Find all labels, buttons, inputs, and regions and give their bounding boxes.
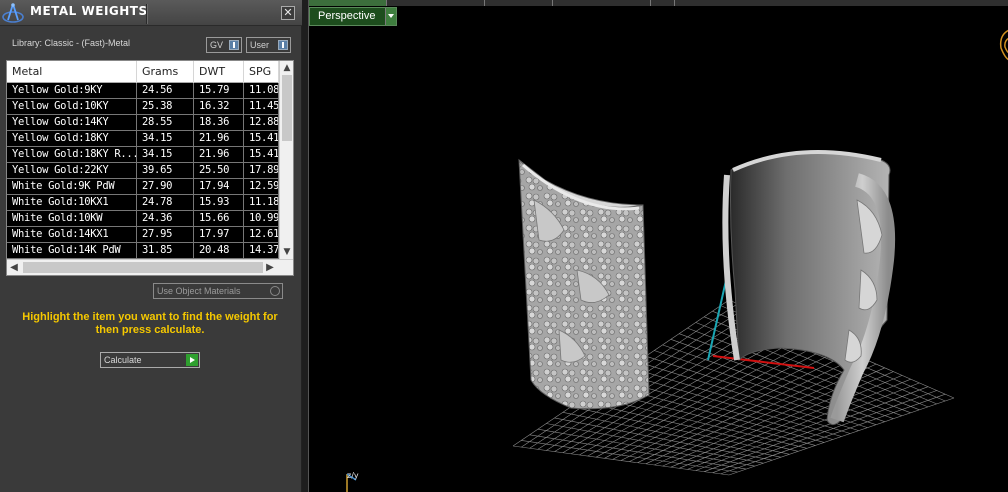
y-axis-line — [707, 275, 728, 361]
cell-spg: 11.08 — [244, 83, 279, 98]
user-label: User — [250, 40, 270, 50]
panel-titlebar[interactable]: METAL WEIGHTS ✕ — [0, 0, 302, 26]
column-header-metal[interactable]: Metal — [7, 61, 137, 83]
cell-dwt: 25.50 — [194, 163, 244, 178]
cell-dwt: 20.48 — [194, 243, 244, 258]
axis-gizmo: z/y — [346, 471, 359, 492]
column-header-grams[interactable]: Grams — [137, 61, 194, 83]
partial-model-edge — [999, 29, 1008, 61]
metal-weights-panel: METAL WEIGHTS ✕ Library: Classic - (Fast… — [0, 0, 302, 492]
table-row[interactable]: White Gold:9K PdW 27.90 17.94 12.59 — [7, 179, 279, 195]
cell-grams: 24.56 — [137, 83, 194, 98]
cell-grams: 31.85 — [137, 243, 194, 258]
cell-spg: 11.18 — [244, 195, 279, 210]
cell-metal: White Gold:10KW — [7, 211, 137, 226]
close-button[interactable]: ✕ — [281, 6, 295, 20]
cell-dwt: 17.94 — [194, 179, 244, 194]
user-toggle[interactable]: User — [246, 37, 291, 53]
instruction-text: Highlight the item you want to find the … — [22, 311, 278, 336]
table-row[interactable]: Yellow Gold:9KY 24.56 15.79 11.08 — [7, 83, 279, 99]
table-row[interactable]: Yellow Gold:10KY 25.38 16.32 11.45 — [7, 99, 279, 115]
cell-dwt: 21.96 — [194, 131, 244, 146]
info-indicator-icon — [229, 40, 239, 50]
cell-metal: White Gold:9K PdW — [7, 179, 137, 194]
cell-spg: 14.37 — [244, 243, 279, 258]
cell-grams: 24.36 — [137, 211, 194, 226]
scroll-right-icon[interactable]: ▶ — [263, 260, 277, 276]
cell-metal: Yellow Gold:18KY R... — [7, 147, 137, 162]
panel-title: METAL WEIGHTS — [30, 4, 148, 18]
radio-icon — [270, 286, 280, 296]
cell-dwt: 16.32 — [194, 99, 244, 114]
horizontal-scrollbar[interactable]: ◀ ▶ — [7, 259, 293, 275]
gv-label: GV — [210, 40, 224, 50]
scroll-left-icon[interactable]: ◀ — [7, 260, 21, 276]
cell-grams: 27.90 — [137, 179, 194, 194]
cell-grams: 24.78 — [137, 195, 194, 210]
table-row[interactable]: Yellow Gold:18KY 34.15 21.96 15.41 — [7, 131, 279, 147]
table-row[interactable]: Yellow Gold:22KY 39.65 25.50 17.89 — [7, 163, 279, 179]
cell-metal: White Gold:14KX1 — [7, 227, 137, 242]
cell-grams: 34.15 — [137, 131, 194, 146]
calculate-button[interactable]: Calculate — [100, 352, 200, 368]
cell-metal: Yellow Gold:14KY — [7, 115, 137, 130]
cell-spg: 17.89 — [244, 163, 279, 178]
scene-canvas: z/y — [346, 29, 1008, 492]
cell-dwt: 21.96 — [194, 147, 244, 162]
cell-metal: White Gold:14K PdW — [7, 243, 137, 258]
library-label: Library: Classic - (Fast)-Metal — [12, 38, 131, 48]
cell-metal: Yellow Gold:22KY — [7, 163, 137, 178]
table-row[interactable]: Yellow Gold:14KY 28.55 18.36 12.88 — [7, 115, 279, 131]
use-object-materials-label: Use Object Materials — [157, 286, 241, 296]
cell-dwt: 15.66 — [194, 211, 244, 226]
scrollbar-thumb[interactable] — [23, 262, 263, 273]
table-row[interactable]: Yellow Gold:18KY R... 34.15 21.96 15.41 — [7, 147, 279, 163]
cell-spg: 12.61 — [244, 227, 279, 242]
compass-logo-icon — [2, 3, 24, 23]
column-header-dwt[interactable]: DWT — [194, 61, 244, 83]
left-ring-half-model — [518, 158, 650, 410]
play-arrow-icon — [186, 354, 198, 366]
cell-spg: 12.88 — [244, 115, 279, 130]
calculate-label: Calculate — [104, 355, 142, 365]
table-row[interactable]: White Gold:10KX1 24.78 15.93 11.18 — [7, 195, 279, 211]
cell-spg: 15.41 — [244, 131, 279, 146]
table-row[interactable]: White Gold:10KW 24.36 15.66 10.99 — [7, 211, 279, 227]
close-icon: ✕ — [283, 6, 293, 19]
vertical-scrollbar[interactable]: ▲ ▼ — [279, 61, 293, 259]
column-header-spg[interactable]: SPG — [244, 61, 279, 83]
cell-spg: 12.59 — [244, 179, 279, 194]
cell-grams: 27.95 — [137, 227, 194, 242]
cell-spg: 15.41 — [244, 147, 279, 162]
table-body: Yellow Gold:9KY 24.56 15.79 11.08 Yellow… — [7, 83, 279, 259]
cell-dwt: 18.36 — [194, 115, 244, 130]
gv-toggle[interactable]: GV — [206, 37, 242, 53]
cell-spg: 10.99 — [244, 211, 279, 226]
cell-dwt: 15.79 — [194, 83, 244, 98]
table-row[interactable]: White Gold:14K PdW 31.85 20.48 14.37 — [7, 243, 279, 259]
use-object-materials-toggle[interactable]: Use Object Materials — [153, 283, 283, 299]
cell-grams: 25.38 — [137, 99, 194, 114]
title-separator — [146, 4, 148, 24]
scroll-down-icon[interactable]: ▼ — [280, 245, 294, 259]
cell-grams: 28.55 — [137, 115, 194, 130]
table-row[interactable]: White Gold:14KX1 27.95 17.97 12.61 — [7, 227, 279, 243]
scrollbar-thumb[interactable] — [282, 75, 292, 141]
3d-viewport[interactable]: Perspective z/y — [308, 0, 1008, 492]
table-header: Metal Grams DWT SPG — [7, 61, 279, 83]
cell-grams: 39.65 — [137, 163, 194, 178]
cell-metal: Yellow Gold:9KY — [7, 83, 137, 98]
cell-metal: Yellow Gold:10KY — [7, 99, 137, 114]
scroll-up-icon[interactable]: ▲ — [280, 61, 294, 75]
info-indicator-icon — [278, 40, 288, 50]
cell-grams: 34.15 — [137, 147, 194, 162]
metal-table: Metal Grams DWT SPG Yellow Gold:9KY 24.5… — [6, 60, 294, 276]
cell-dwt: 15.93 — [194, 195, 244, 210]
cell-dwt: 17.97 — [194, 227, 244, 242]
cell-metal: White Gold:10KX1 — [7, 195, 137, 210]
axis-gizmo-label: z/y — [347, 471, 359, 480]
cell-spg: 11.45 — [244, 99, 279, 114]
cell-metal: Yellow Gold:18KY — [7, 131, 137, 146]
